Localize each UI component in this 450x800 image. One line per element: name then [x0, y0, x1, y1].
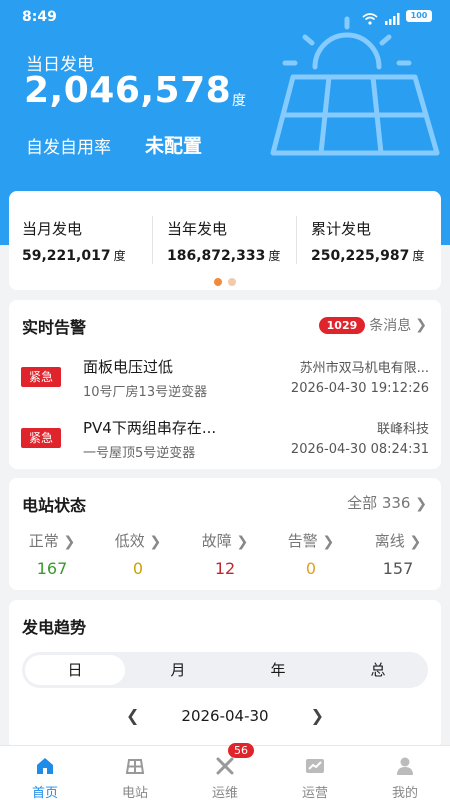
generation-stats-card[interactable]: 当月发电 59,221,017 度 当年发电 186,872,333 度 累计发电 … [9, 191, 441, 290]
selfuse-rate-label: 自发自用率 [26, 138, 111, 158]
alarm-title: 面板电压过低 [83, 358, 174, 376]
nav-label: 首页 [31, 786, 58, 800]
selfuse-rate-value: 未配置 [145, 135, 203, 157]
nav-label: 电站 [121, 786, 148, 800]
tab-day[interactable]: 日 [25, 655, 125, 685]
stat-month-label: 当月发电 [22, 220, 83, 238]
today-generation-value: 2,046,578 [24, 70, 232, 111]
alarm-item[interactable]: 紧急 PV4下两组串存在... 一号屋顶5号逆变器 联峰科技 2026-04-3… [9, 413, 441, 469]
divider [296, 216, 297, 264]
tab-year[interactable]: 年 [228, 652, 328, 688]
alarm-section-title: 实时告警 [22, 318, 87, 337]
chevron-left-icon[interactable]: ❮ [126, 706, 139, 725]
station-status-offline[interactable]: 离线 ❯ 157 [355, 530, 441, 578]
station-section-title: 电站状态 [22, 496, 87, 515]
nav-maintenance[interactable]: 56 运维 [180, 743, 270, 800]
chevron-right-icon[interactable]: ❯ [311, 706, 324, 725]
station-status-value: 167 [36, 559, 68, 578]
alarm-time: 2026-04-30 08:24:31 [290, 442, 429, 457]
urgent-tag: 紧急 [21, 367, 61, 387]
alarm-title: PV4下两组串存在... [83, 419, 217, 437]
chevron-right-icon: ❯ [415, 317, 427, 333]
chevron-right-icon: ❯ [415, 496, 427, 512]
stat-month: 当月发电 59,221,017 度 [22, 218, 126, 264]
chevron-right-icon: ❯ [322, 534, 335, 550]
nav-label: 运维 [211, 786, 238, 800]
carousel-dots [9, 278, 441, 286]
today-generation-unit: 度 [232, 93, 246, 109]
divider [152, 216, 153, 264]
solar-panel-illustration [270, 16, 440, 156]
stat-year-value: 186,872,333 度 [167, 248, 281, 264]
alarm-time: 2026-04-30 19:12:26 [290, 381, 429, 396]
station-status-value: 12 [214, 559, 236, 578]
station-status-value: 157 [382, 559, 414, 578]
nav-profile[interactable]: 我的 [360, 746, 450, 800]
alarm-company: 苏州市双马机电有限... [299, 361, 429, 376]
station-all-link[interactable]: 全部 336 ❯ [347, 492, 427, 513]
user-icon [397, 757, 413, 775]
stat-year: 当年发电 186,872,333 度 [167, 218, 280, 264]
trend-section-title: 发电趋势 [22, 618, 87, 637]
realtime-alarm-card: 实时告警 1029 条消息 ❯ 紧急 面板电压过低 10号厂房13号逆变器 苏州… [9, 300, 441, 469]
tab-month[interactable]: 月 [128, 652, 228, 688]
bottom-nav: 首页 电站 56 运维 运营 我的 [0, 743, 450, 800]
date-navigator: ❮ 2026-04-30 ❯ [9, 706, 441, 725]
alarm-item[interactable]: 紧急 面板电压过低 10号厂房13号逆变器 苏州市双马机电有限... 2026-… [9, 352, 441, 408]
nav-station[interactable]: 电站 [90, 746, 180, 800]
chevron-right-icon: ❯ [63, 534, 76, 550]
stat-total: 累计发电 250,225,987 度 [311, 218, 424, 264]
station-status-fault[interactable]: 故障 ❯ 12 [182, 530, 268, 578]
station-icon [125, 759, 145, 774]
chevron-right-icon: ❯ [236, 534, 249, 550]
current-date[interactable]: 2026-04-30 [181, 707, 268, 725]
period-tabs: 日 月 年 总 [22, 652, 428, 688]
generation-trend-card: 发电趋势 日 月 年 总 ❮ 2026-04-30 ❯ [9, 600, 441, 750]
station-status-card: 电站状态 全部 336 ❯ 正常 ❯ 167 低效 ❯ 0 故障 ❯ 12 告警… [9, 478, 441, 590]
nav-operation[interactable]: 运营 [270, 746, 360, 800]
nav-label: 运营 [301, 786, 328, 800]
carousel-dot-active[interactable] [214, 278, 222, 286]
tools-icon [216, 757, 234, 775]
stat-total-label: 累计发电 [311, 220, 372, 238]
station-status-normal[interactable]: 正常 ❯ 167 [9, 530, 95, 578]
alarm-count-badge: 1029 [318, 316, 366, 334]
nav-home[interactable]: 首页 [0, 746, 90, 800]
alarm-message-link[interactable]: 1029 条消息 ❯ [318, 315, 427, 335]
chart-icon [306, 759, 324, 773]
tab-total[interactable]: 总 [328, 652, 428, 688]
home-icon [37, 758, 53, 774]
alarm-device: 10号厂房13号逆变器 [83, 385, 208, 400]
urgent-tag: 紧急 [21, 428, 61, 448]
status-time: 8:49 [22, 9, 57, 25]
nav-label: 我的 [391, 786, 418, 800]
stat-month-value: 59,221,017 度 [22, 248, 126, 264]
stat-year-label: 当年发电 [167, 220, 228, 238]
station-status-value: 0 [132, 559, 144, 578]
station-status-alarm[interactable]: 告警 ❯ 0 [268, 530, 354, 578]
chevron-right-icon: ❯ [149, 534, 162, 550]
station-status-value: 0 [305, 559, 317, 578]
station-status-low[interactable]: 低效 ❯ 0 [95, 530, 181, 578]
carousel-dot[interactable] [228, 278, 236, 286]
alarm-company: 联峰科技 [376, 422, 429, 437]
alarm-device: 一号屋顶5号逆变器 [83, 446, 196, 461]
chevron-right-icon: ❯ [409, 534, 422, 550]
stat-total-value: 250,225,987 度 [311, 248, 425, 264]
nav-badge: 56 [228, 743, 254, 758]
alarm-count-suffix: 条消息 [369, 318, 412, 334]
